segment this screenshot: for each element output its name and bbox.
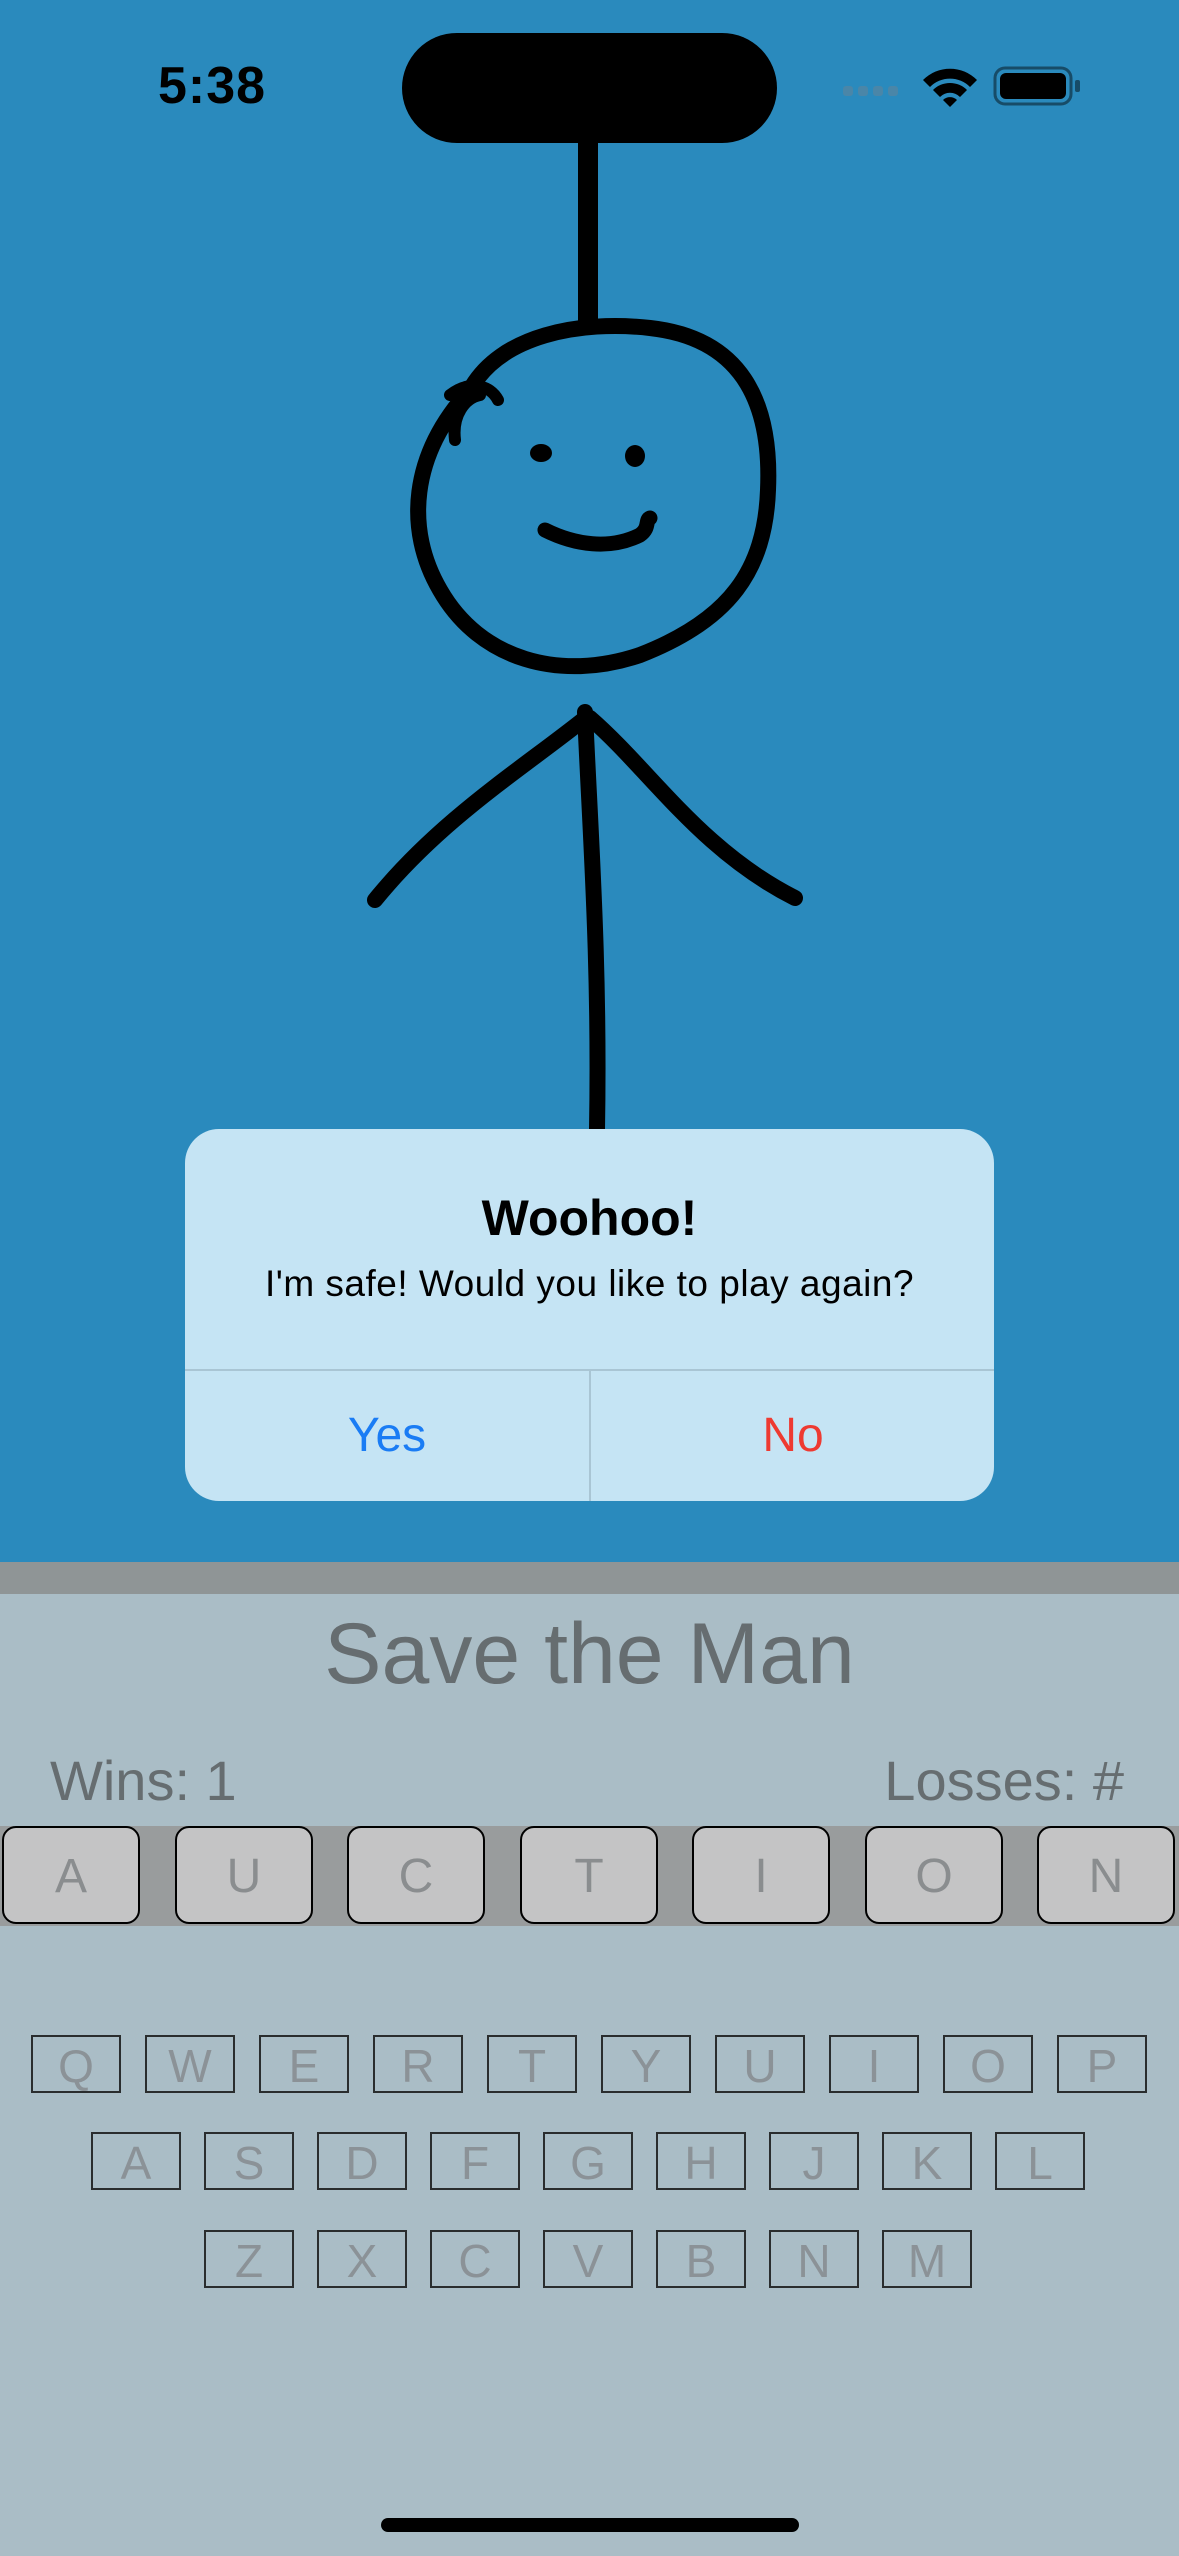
key-t[interactable]: T	[487, 2035, 577, 2093]
status-time: 5:38	[158, 57, 267, 115]
key-s[interactable]: S	[204, 2132, 294, 2190]
stickman-smile	[537, 510, 658, 552]
key-e[interactable]: E	[259, 2035, 349, 2093]
word-letter-tile: T	[520, 1826, 658, 1924]
wifi-icon	[923, 68, 977, 107]
alert-message: I'm safe! Would you like to play again?	[264, 1263, 915, 1304]
stickman-left-eye	[530, 444, 552, 462]
stickman-right-arm	[582, 710, 803, 906]
word-letter-tile: O	[865, 1826, 1003, 1924]
key-i[interactable]: I	[829, 2035, 919, 2093]
key-v[interactable]: V	[543, 2230, 633, 2288]
losses-label: Losses: #	[884, 1749, 1124, 1812]
key-k[interactable]: K	[882, 2132, 972, 2190]
cellular-signal-icon	[843, 86, 898, 96]
dynamic-island	[402, 33, 777, 143]
key-o[interactable]: O	[943, 2035, 1033, 2093]
play-again-alert: Woohoo! I'm safe! Would you like to play…	[185, 1129, 994, 1501]
stickman-left-arm	[367, 712, 591, 908]
key-l[interactable]: L	[995, 2132, 1085, 2190]
stickman-hair	[444, 380, 504, 446]
key-m[interactable]: M	[882, 2230, 972, 2288]
key-j[interactable]: J	[769, 2132, 859, 2190]
word-letter-tile: I	[692, 1826, 830, 1924]
key-f[interactable]: F	[430, 2132, 520, 2190]
word-letter-tile: N	[1037, 1826, 1175, 1924]
panel-divider	[0, 1562, 1179, 1594]
key-r[interactable]: R	[373, 2035, 463, 2093]
yes-button[interactable]: Yes	[185, 1371, 589, 1501]
key-q[interactable]: Q	[31, 2035, 121, 2093]
word-letter-tile: C	[347, 1826, 485, 1924]
key-c[interactable]: C	[430, 2230, 520, 2288]
key-d[interactable]: D	[317, 2132, 407, 2190]
battery-icon	[993, 66, 1080, 106]
key-g[interactable]: G	[543, 2132, 633, 2190]
no-button[interactable]: No	[591, 1371, 994, 1501]
key-n[interactable]: N	[769, 2230, 859, 2288]
key-y[interactable]: Y	[601, 2035, 691, 2093]
stickman-head	[410, 318, 777, 675]
game-title: Save the Man	[324, 1606, 855, 1702]
key-a[interactable]: A	[91, 2132, 181, 2190]
key-p[interactable]: P	[1057, 2035, 1147, 2093]
key-b[interactable]: B	[656, 2230, 746, 2288]
word-letter-tile: A	[2, 1826, 140, 1924]
key-x[interactable]: X	[317, 2230, 407, 2288]
word-letter-tile: U	[175, 1826, 313, 1924]
key-z[interactable]: Z	[204, 2230, 294, 2288]
key-u[interactable]: U	[715, 2035, 805, 2093]
key-w[interactable]: W	[145, 2035, 235, 2093]
home-indicator[interactable]	[381, 2518, 799, 2532]
stickman-body	[577, 704, 606, 1138]
status-icons	[843, 66, 1080, 107]
key-h[interactable]: H	[656, 2132, 746, 2190]
alert-title: Woohoo!	[481, 1190, 698, 1246]
stickman-right-eye	[625, 445, 645, 467]
wins-label: Wins: 1	[50, 1749, 237, 1812]
